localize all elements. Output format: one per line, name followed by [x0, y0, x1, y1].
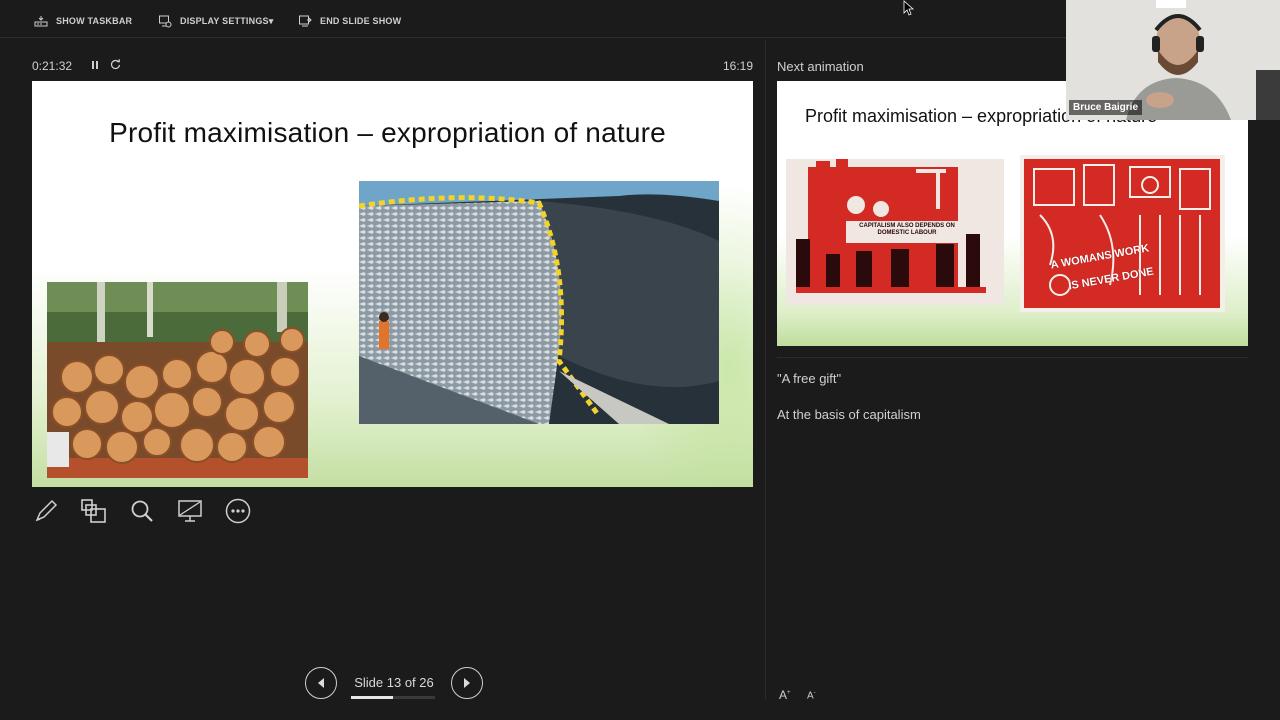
- decrease-font-icon: A: [807, 690, 814, 702]
- panel-divider[interactable]: [765, 40, 766, 700]
- increase-font-button[interactable]: A+: [779, 688, 791, 702]
- end-slide-show-label: END SLIDE SHOW: [320, 16, 402, 26]
- poster1-caption: CAPITALISM ALSO DEPENDS ON DOMESTIC LABO…: [859, 223, 955, 236]
- show-taskbar-label: SHOW TASKBAR: [56, 16, 133, 26]
- pen-icon[interactable]: [32, 497, 60, 525]
- womans-work-poster: A WOMANS WORK IS NEVER DONE: [1020, 155, 1225, 312]
- triangle-left-icon: [318, 678, 324, 688]
- next-animation-label: Next animation: [777, 59, 864, 74]
- end-show-icon: [299, 15, 312, 27]
- slide-counter-label: Slide 13 of 26: [354, 675, 434, 690]
- speaker-notes[interactable]: "A free gift" At the basis of capitalism: [777, 371, 1247, 443]
- see-all-slides-icon[interactable]: [80, 497, 108, 525]
- chevron-down-icon: ▾: [268, 15, 274, 26]
- webcam-feed[interactable]: Bruce Baigrie: [1066, 0, 1280, 120]
- current-slide[interactable]: Profit maximisation – expropriation of n…: [32, 81, 753, 487]
- elapsed-time: 0:21:32: [32, 59, 73, 73]
- display-settings-label: DISPLAY SETTINGS: [180, 15, 269, 26]
- notes-line-2: At the basis of capitalism: [777, 407, 921, 422]
- clock: 16:19: [722, 59, 753, 73]
- notes-line-1: "A free gift": [777, 371, 842, 386]
- reset-icon[interactable]: [110, 59, 121, 73]
- slide-counter[interactable]: Slide 13 of 26: [337, 667, 451, 699]
- black-screen-icon[interactable]: [176, 497, 204, 525]
- log-pile-photo: [47, 282, 308, 478]
- increase-font-icon: A: [779, 688, 788, 702]
- domestic-labour-poster: CAPITALISM ALSO DEPENDS ON DOMESTIC LABO…: [786, 159, 1004, 305]
- display-settings-icon: [159, 15, 172, 28]
- presentation-timer: 0:21:32: [32, 59, 121, 73]
- decrease-font-button[interactable]: A-: [807, 690, 816, 701]
- end-slide-show-button[interactable]: END SLIDE SHOW: [298, 12, 401, 30]
- slide-title: Profit maximisation – expropriation of n…: [109, 117, 666, 148]
- participant-name: Bruce Baigrie: [1069, 100, 1143, 115]
- presenter-tools: [32, 494, 252, 528]
- more-options-icon[interactable]: [224, 497, 252, 525]
- slide-navigation: Slide 13 of 26: [305, 667, 483, 699]
- show-taskbar-button[interactable]: SHOW TASKBAR: [34, 12, 132, 30]
- pause-icon[interactable]: [90, 59, 100, 73]
- mouse-cursor-icon: [903, 0, 915, 16]
- slide-progress-fill: [351, 696, 393, 699]
- previous-slide-button[interactable]: [305, 667, 337, 699]
- taskbar-icon: [34, 16, 48, 27]
- display-settings-button[interactable]: DISPLAY SETTINGS▾: [158, 12, 273, 30]
- next-slide-button[interactable]: [451, 667, 483, 699]
- next-slide-preview[interactable]: Profit maximisation – expropriation of n…: [777, 81, 1248, 346]
- slide-progress-bar: [351, 696, 435, 699]
- fishing-net-catch-photo: [359, 181, 719, 424]
- notes-divider: [777, 357, 1248, 358]
- zoom-icon[interactable]: [128, 497, 156, 525]
- triangle-right-icon: [464, 678, 470, 688]
